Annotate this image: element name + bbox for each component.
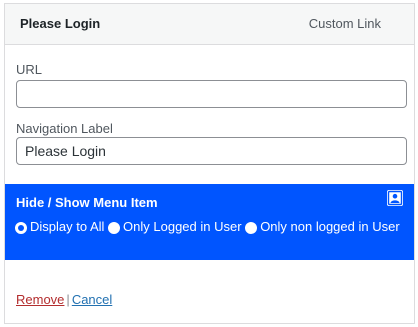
item-actions: Remove | Cancel bbox=[16, 292, 112, 307]
navigation-label-input[interactable] bbox=[16, 137, 407, 165]
option-display-to-all-label: Display to All bbox=[30, 219, 105, 234]
actions-separator: | bbox=[66, 292, 70, 307]
option-only-logged-in-label: Only Logged in User bbox=[123, 219, 242, 234]
remove-link[interactable]: Remove bbox=[16, 292, 64, 307]
option-only-logged-in[interactable]: Only Logged in User bbox=[108, 219, 242, 234]
radio-only-non-logged-in[interactable] bbox=[245, 222, 258, 234]
user-profile-icon bbox=[387, 190, 403, 206]
hide-show-menu-item-box: Hide / Show Menu Item Display to All Onl… bbox=[5, 184, 414, 260]
radio-display-to-all[interactable] bbox=[15, 222, 27, 234]
option-display-to-all[interactable]: Display to All bbox=[15, 219, 104, 234]
navigation-label-label: Navigation Label bbox=[16, 121, 113, 136]
menu-item-type: Custom Link bbox=[308, 16, 381, 31]
radio-only-logged-in[interactable] bbox=[108, 222, 121, 234]
option-only-non-logged-in-label: Only non logged in User bbox=[260, 219, 400, 234]
cancel-link[interactable]: Cancel bbox=[72, 292, 112, 307]
hide-show-title: Hide / Show Menu Item bbox=[16, 195, 158, 210]
option-only-non-logged-in[interactable]: Only non logged in User bbox=[245, 219, 400, 234]
menu-item-header[interactable]: Please Login Custom Link bbox=[5, 4, 414, 45]
menu-item-title: Please Login bbox=[20, 16, 101, 31]
url-input[interactable] bbox=[16, 80, 407, 108]
url-label: URL bbox=[16, 62, 43, 77]
menu-item-settings-panel: Please Login Custom Link URL Navigation … bbox=[4, 3, 415, 324]
visibility-options: Display to All Only Logged in User Only … bbox=[15, 216, 405, 238]
